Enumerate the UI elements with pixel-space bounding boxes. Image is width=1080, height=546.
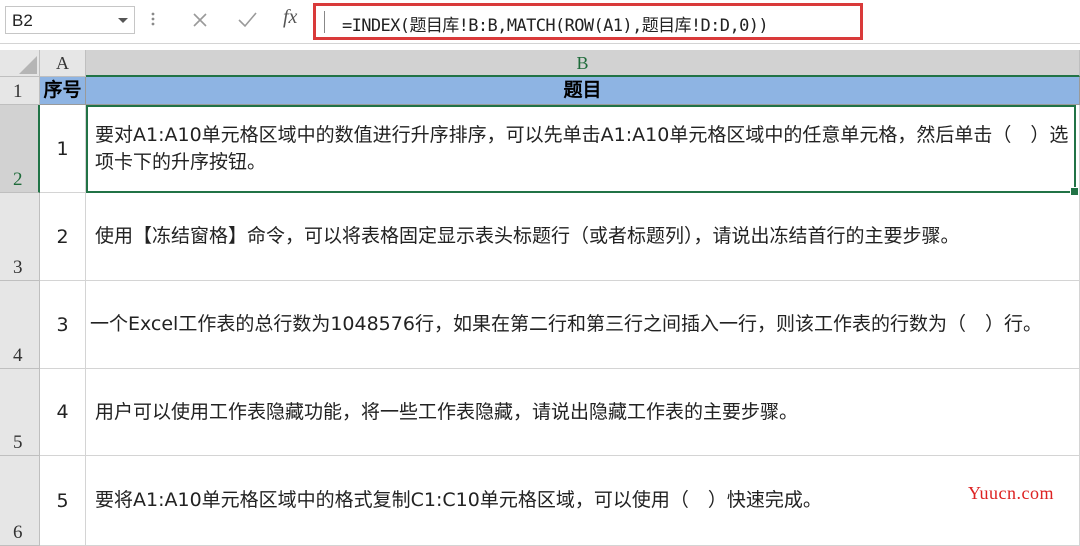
header-cell-question[interactable]: 题目 [86,77,1080,105]
row-header-4[interactable]: 4 [0,281,40,369]
row-header-1[interactable]: 1 [0,77,40,105]
enter-check-icon[interactable] [236,9,258,31]
divider [0,43,1080,44]
row-number: 2 [13,169,23,190]
cell-text: 一个Excel工作表的总行数为1048576行，如果在第二行和第三行之间插入一行… [90,313,1042,335]
formula-text: =INDEX(题目库!B:B,MATCH(ROW(A1),题目库!D:D,0)) [342,16,769,36]
row-header-2[interactable]: 2 [0,105,40,193]
cancel-icon[interactable] [189,9,211,31]
cell-a6[interactable]: 5 [40,456,86,546]
name-box-value: B2 [12,11,33,30]
more-options-icon[interactable] [148,9,158,29]
header-cell-seq[interactable]: 序号 [40,77,86,105]
row-number: 4 [13,345,23,366]
select-all-icon [19,56,37,74]
chevron-down-icon[interactable] [116,12,130,28]
cell-a5[interactable]: 4 [40,369,86,456]
row-header-5[interactable]: 5 [0,369,40,456]
row-number: 1 [13,81,23,102]
formula-bar: B2 fx =INDEX(题目库!B:B,MATCH(ROW(A1),题目库!D… [0,0,1080,44]
name-box[interactable]: B2 [5,6,135,34]
fill-handle[interactable] [1070,187,1079,196]
cell-a3[interactable]: 2 [40,193,86,281]
cell-a2[interactable]: 1 [40,105,86,193]
row-header-3[interactable]: 3 [0,193,40,281]
row-number: 6 [13,522,23,543]
text-caret [324,11,325,33]
worksheet-grid: A B 1 2 3 4 5 6 序号 题目 1 要对A1:A10单元格区域中的数… [0,50,1080,546]
cell-b3[interactable]: 使用【冻结窗格】命令，可以将表格固定显示表头标题行（或者标题列），请说出冻结首行… [86,193,1080,281]
row-number: 3 [13,257,23,278]
column-header-a[interactable]: A [40,50,86,77]
cell-text: 用户可以使用工作表隐藏功能，将一些工作表隐藏，请说出隐藏工作表的主要步骤。 [95,400,799,423]
row-header-6[interactable]: 6 [0,456,40,546]
cell-b2[interactable]: 要对A1:A10单元格区域中的数值进行升序排序，可以先单击A1:A10单元格区域… [86,105,1080,193]
select-all-button[interactable] [0,50,40,77]
cell-text: 要将A1:A10单元格区域中的格式复制C1:C10单元格区域，可以使用（ ）快速… [95,489,822,511]
cell-text: 要对A1:A10单元格区域中的数值进行升序排序，可以先单击A1:A10单元格区域… [95,123,1069,173]
watermark: Yuucn.com [968,483,1054,503]
cell-text: 使用【冻结窗格】命令，可以将表格固定显示表头标题行（或者标题列），请说出冻结首行… [95,225,960,247]
formula-input[interactable]: =INDEX(题目库!B:B,MATCH(ROW(A1),题目库!D:D,0)) [313,3,863,40]
cell-b6[interactable]: 要将A1:A10单元格区域中的格式复制C1:C10单元格区域，可以使用（ ）快速… [86,456,1080,546]
row-number: 5 [13,432,23,453]
insert-function-icon[interactable]: fx [283,6,305,28]
cell-b4[interactable]: 一个Excel工作表的总行数为1048576行，如果在第二行和第三行之间插入一行… [86,281,1080,369]
cell-a4[interactable]: 3 [40,281,86,369]
cell-b5[interactable]: 用户可以使用工作表隐藏功能，将一些工作表隐藏，请说出隐藏工作表的主要步骤。 [86,369,1080,456]
column-header-b[interactable]: B [86,50,1080,77]
